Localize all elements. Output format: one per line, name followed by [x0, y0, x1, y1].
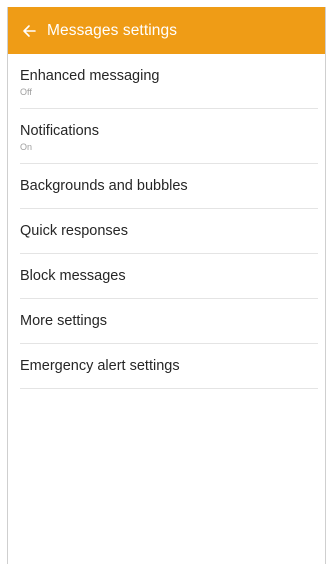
- settings-list: Enhanced messaging Off Notifications On …: [8, 54, 325, 389]
- setting-status: Off: [20, 86, 32, 97]
- arrow-back-icon: [23, 24, 36, 37]
- setting-label: Emergency alert settings: [20, 358, 180, 374]
- setting-label: Quick responses: [20, 223, 128, 239]
- app-bar: Messages settings: [8, 7, 325, 54]
- setting-backgrounds-and-bubbles[interactable]: Backgrounds and bubbles: [20, 164, 318, 209]
- setting-label: More settings: [20, 313, 108, 329]
- setting-status: On: [20, 141, 33, 152]
- setting-enhanced-messaging[interactable]: Enhanced messaging Off: [20, 54, 318, 109]
- back-button[interactable]: [19, 19, 39, 43]
- page-title: Messages settings: [47, 21, 178, 39]
- setting-quick-responses[interactable]: Quick responses: [20, 209, 318, 254]
- setting-label: Notifications: [20, 122, 99, 139]
- setting-label: Enhanced messaging: [20, 67, 160, 84]
- setting-notifications[interactable]: Notifications On: [20, 109, 318, 164]
- setting-label: Backgrounds and bubbles: [20, 178, 188, 194]
- setting-emergency-alert-settings[interactable]: Emergency alert settings: [20, 344, 318, 389]
- setting-block-messages[interactable]: Block messages: [20, 254, 318, 299]
- settings-screen: Messages settings Enhanced messaging Off…: [7, 7, 326, 564]
- setting-label: Block messages: [20, 268, 126, 284]
- setting-more-settings[interactable]: More settings: [20, 299, 318, 344]
